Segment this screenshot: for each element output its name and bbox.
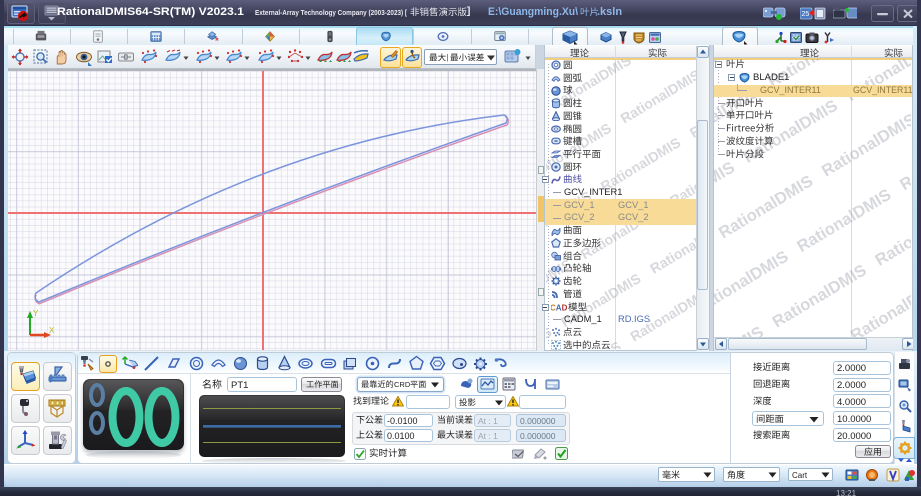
svg-text:Y: Y	[33, 309, 39, 318]
svg-text:X: X	[49, 326, 55, 335]
svg-text:25: 25	[802, 11, 810, 18]
svg-text:CAD: CAD	[551, 303, 567, 312]
